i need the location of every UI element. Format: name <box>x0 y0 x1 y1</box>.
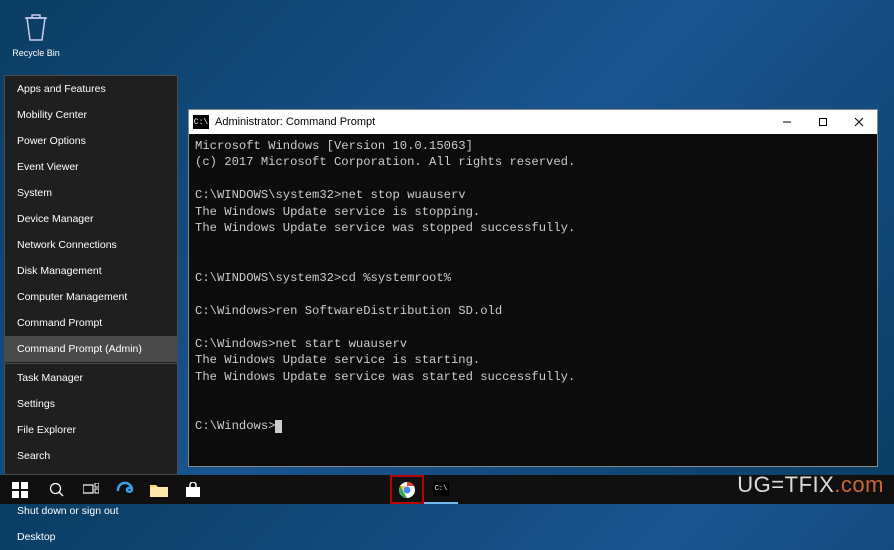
menu-item-system[interactable]: System <box>5 180 177 206</box>
menu-item-apps-and-features[interactable]: Apps and Features <box>5 76 177 102</box>
cmd-app-icon: C:\ <box>193 115 209 129</box>
menu-item-search[interactable]: Search <box>5 443 177 469</box>
terminal-output[interactable]: Microsoft Windows [Version 10.0.15063] (… <box>189 134 877 466</box>
edge-icon[interactable] <box>108 475 142 504</box>
menu-item-task-manager[interactable]: Task Manager <box>5 365 177 391</box>
menu-item-network-connections[interactable]: Network Connections <box>5 232 177 258</box>
store-icon[interactable] <box>176 475 210 504</box>
recycle-bin-label: Recycle Bin <box>12 48 60 58</box>
menu-item-settings[interactable]: Settings <box>5 391 177 417</box>
taskbar: C:\ <box>0 475 894 504</box>
start-button[interactable] <box>0 475 40 504</box>
titlebar[interactable]: C:\ Administrator: Command Prompt <box>189 110 877 134</box>
cmd-window[interactable]: C:\ Administrator: Command Prompt Micros… <box>188 109 878 467</box>
menu-item-event-viewer[interactable]: Event Viewer <box>5 154 177 180</box>
cmd-taskbar-icon[interactable]: C:\ <box>424 475 458 504</box>
chrome-icon[interactable] <box>390 475 424 504</box>
recycle-bin-icon <box>17 8 55 46</box>
search-icon[interactable] <box>40 475 74 504</box>
close-button[interactable] <box>841 110 877 134</box>
menu-item-power-options[interactable]: Power Options <box>5 128 177 154</box>
menu-item-command-prompt[interactable]: Command Prompt <box>5 310 177 336</box>
menu-item-command-prompt-admin-[interactable]: Command Prompt (Admin) <box>5 336 177 362</box>
menu-item-desktop[interactable]: Desktop <box>5 524 177 550</box>
menu-item-computer-management[interactable]: Computer Management <box>5 284 177 310</box>
task-view-icon[interactable] <box>74 475 108 504</box>
maximize-button[interactable] <box>805 110 841 134</box>
window-title: Administrator: Command Prompt <box>215 116 769 128</box>
recycle-bin[interactable]: Recycle Bin <box>12 8 60 58</box>
menu-item-file-explorer[interactable]: File Explorer <box>5 417 177 443</box>
power-user-menu: Apps and FeaturesMobility CenterPower Op… <box>4 75 178 475</box>
menu-separator <box>5 363 177 364</box>
menu-item-mobility-center[interactable]: Mobility Center <box>5 102 177 128</box>
menu-item-device-manager[interactable]: Device Manager <box>5 206 177 232</box>
minimize-button[interactable] <box>769 110 805 134</box>
file-explorer-icon[interactable] <box>142 475 176 504</box>
menu-item-disk-management[interactable]: Disk Management <box>5 258 177 284</box>
